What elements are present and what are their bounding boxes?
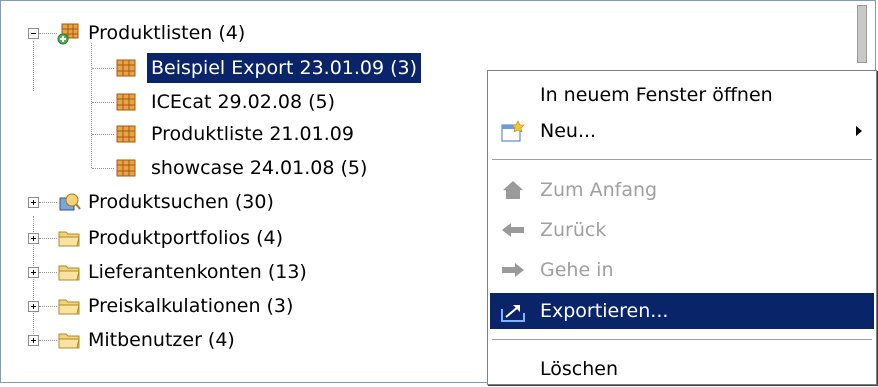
product-list-group-icon bbox=[57, 23, 79, 45]
folder-icon bbox=[58, 265, 80, 281]
home-icon bbox=[503, 181, 523, 199]
tree-node-lieferantenkonten[interactable]: Lieferantenkonten (13) bbox=[1, 257, 421, 287]
product-list-icon bbox=[116, 59, 136, 77]
menu-item-back[interactable]: Zurück bbox=[490, 212, 874, 248]
product-list-icon bbox=[116, 93, 136, 111]
tree-node-label: Lieferantenkonten (13) bbox=[88, 261, 307, 283]
menu-item-go-into[interactable]: Gehe in bbox=[490, 252, 874, 288]
tree-node-label: ICEcat 29.02.08 (5) bbox=[151, 91, 336, 113]
submenu-arrow-icon bbox=[856, 126, 862, 136]
new-icon bbox=[501, 120, 525, 142]
tree-node-showcase[interactable]: showcase 24.01.08 (5) bbox=[1, 153, 421, 183]
back-arrow-icon bbox=[502, 223, 524, 237]
tree-node-produktlisten[interactable]: Produktlisten (4) bbox=[1, 18, 421, 48]
menu-item-open-new-window[interactable]: In neuem Fenster öffnen bbox=[490, 77, 874, 113]
export-icon bbox=[501, 305, 525, 322]
tree-node-label: Produktportfolios (4) bbox=[88, 227, 283, 249]
menu-item-delete[interactable]: Löschen bbox=[490, 351, 874, 387]
expand-icon[interactable] bbox=[28, 197, 39, 208]
expand-icon[interactable] bbox=[28, 267, 39, 278]
vertical-scrollbar[interactable] bbox=[857, 5, 867, 63]
product-list-icon bbox=[116, 159, 136, 177]
folder-icon bbox=[58, 231, 80, 247]
menu-item-new[interactable]: Neu... bbox=[490, 113, 874, 149]
tree-node-label: Produktsuchen (30) bbox=[88, 191, 274, 213]
expand-icon[interactable] bbox=[28, 233, 39, 244]
expand-icon[interactable] bbox=[28, 335, 39, 346]
menu-separator bbox=[492, 159, 872, 161]
forward-arrow-icon bbox=[502, 263, 524, 277]
folder-icon bbox=[58, 333, 80, 349]
tree-node-label: Beispiel Export 23.01.09 (3) bbox=[147, 53, 422, 83]
menu-separator bbox=[492, 339, 872, 341]
tree-node-label: showcase 24.01.08 (5) bbox=[151, 157, 368, 179]
tree-node-label: Preiskalkulationen (3) bbox=[88, 295, 294, 317]
tree-node-preiskalkulationen[interactable]: Preiskalkulationen (3) bbox=[1, 291, 421, 321]
tree-node-icecat[interactable]: ICEcat 29.02.08 (5) bbox=[1, 87, 421, 117]
tree-node-label: Produktlisten (4) bbox=[88, 22, 246, 44]
tree-node-label: Produktliste 21.01.09 bbox=[151, 123, 354, 145]
tree-node-produktliste[interactable]: Produktliste 21.01.09 bbox=[1, 119, 421, 149]
menu-item-export[interactable]: Exportieren... bbox=[490, 293, 874, 329]
folder-icon bbox=[58, 299, 80, 315]
product-search-icon bbox=[59, 193, 81, 211]
tree-node-label: Mitbenutzer (4) bbox=[88, 329, 235, 351]
tree-node-produktsuchen[interactable]: Produktsuchen (30) bbox=[1, 187, 421, 217]
context-menu: In neuem Fenster öffnen Neu... Zum Anfan… bbox=[487, 70, 877, 385]
tree-node-beispiel-export[interactable]: Beispiel Export 23.01.09 (3) bbox=[1, 53, 501, 83]
product-list-icon bbox=[116, 125, 136, 143]
collapse-icon[interactable] bbox=[28, 28, 39, 39]
tree-node-produktportfolios[interactable]: Produktportfolios (4) bbox=[1, 223, 421, 253]
expand-icon[interactable] bbox=[28, 301, 39, 312]
menu-item-home[interactable]: Zum Anfang bbox=[490, 172, 874, 208]
tree-node-mitbenutzer[interactable]: Mitbenutzer (4) bbox=[1, 325, 421, 355]
